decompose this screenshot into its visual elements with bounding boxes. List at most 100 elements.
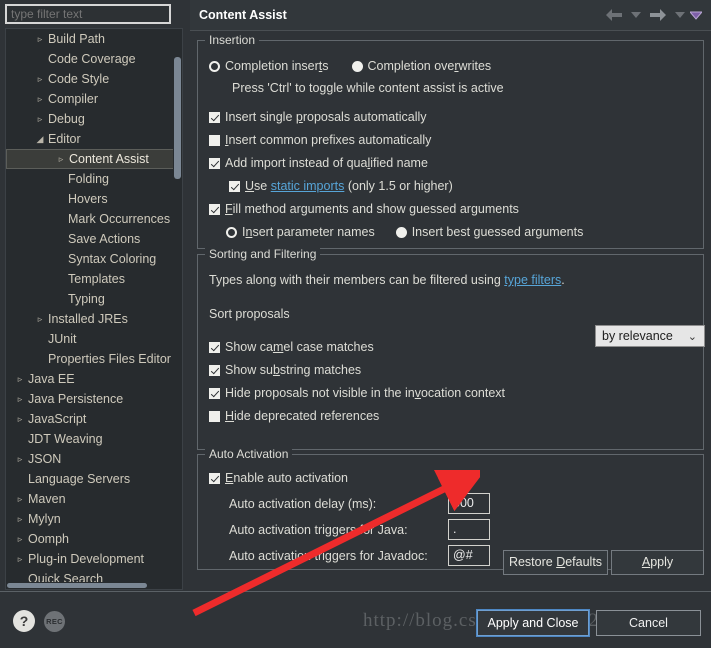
tree-item-editor[interactable]: ◢ Editor [6,129,174,149]
radio-insert-best-guessed-arguments[interactable]: Insert best guessed arguments [395,225,583,239]
checkbox-show-substring-matches[interactable]: Show substring matches [209,363,361,377]
checkbox-box[interactable] [209,204,220,215]
checkbox-use-static-imports[interactable]: Use static imports (only 1.5 or higher) [229,179,453,193]
radio-completion-overwrites[interactable]: Completion overwrites [351,59,491,73]
tree-twisty-collapsed-icon[interactable]: ▹ [14,389,26,409]
tree-item-java-ee[interactable]: ▹ Java EE [6,369,174,389]
checkbox-label: Hide proposals not visible in the invoca… [225,386,506,400]
checkbox-box[interactable] [209,411,220,422]
tree-item-compiler[interactable]: ▹ Compiler [6,89,174,109]
tree-item-mark-occurrences[interactable]: Mark Occurrences [6,209,174,229]
tree-twisty-expanded-icon[interactable]: ◢ [34,129,46,149]
back-history-chevron-down-icon[interactable] [631,11,641,19]
sort-proposals-dropdown[interactable]: by relevance ⌄ [595,325,705,347]
tree-vertical-scrollbar[interactable] [173,29,182,589]
tree-item-hovers[interactable]: Hovers [6,189,174,209]
preferences-tree-list: ▹ Build Path Code Coverage ▹ Code Style ▹ Comp… [6,29,174,589]
checkbox-insert-common-prefixes[interactable]: Insert common prefixes automatically [209,133,431,147]
restore-defaults-button[interactable]: Restore Defaults [503,550,608,575]
tree-twisty-collapsed-icon[interactable]: ▹ [34,309,46,329]
tree-item-maven[interactable]: ▹ Maven [6,489,174,509]
apply-and-close-button[interactable]: Apply and Close [476,609,590,637]
tree-twisty-collapsed-icon[interactable]: ▹ [14,369,26,389]
filter-input[interactable] [7,6,169,22]
filter-text-box[interactable] [5,4,171,24]
view-menu-icon[interactable] [690,11,702,20]
tree-item-build-path[interactable]: ▹ Build Path [6,29,174,49]
tree-item-mylyn[interactable]: ▹ Mylyn [6,509,174,529]
tree-item-templates[interactable]: Templates [6,269,174,289]
tree-twisty-collapsed-icon[interactable]: ▹ [55,150,67,168]
tree-item-json[interactable]: ▹ JSON [6,449,174,469]
tree-item-save-actions[interactable]: Save Actions [6,229,174,249]
tree-item-plug-in-development[interactable]: ▹ Plug-in Development [6,549,174,569]
radio-completion-inserts[interactable]: Completion inserts [209,59,329,73]
tree-item-debug[interactable]: ▹ Debug [6,109,174,129]
forward-arrow-icon[interactable] [648,7,668,23]
checkbox-box[interactable] [209,473,220,484]
tree-item-properties-files-editor[interactable]: Properties Files Editor [6,349,174,369]
tree-item-junit[interactable]: JUnit [6,329,174,349]
tree-twisty-collapsed-icon[interactable]: ▹ [14,549,26,569]
cancel-button[interactable]: Cancel [596,610,701,636]
tree-item-syntax-coloring[interactable]: Syntax Coloring [6,249,174,269]
tree-item-code-coverage[interactable]: Code Coverage [6,49,174,69]
tree-item-oomph[interactable]: ▹ Oomph [6,529,174,549]
tree-item-label: Mylyn [28,512,61,526]
radio-completion-inserts-label: Completion inserts [225,59,329,73]
auto-activation-triggers-java-input[interactable]: . [448,519,490,540]
checkbox-add-import[interactable]: Add import instead of qualified name [209,156,428,170]
type-filters-link[interactable]: type filters [504,273,561,287]
checkbox-label: Fill method arguments and show guessed a… [225,202,519,216]
back-arrow-icon[interactable] [604,7,624,23]
tree-twisty-collapsed-icon[interactable]: ▹ [34,69,46,89]
checkbox-box[interactable] [209,388,220,399]
auto-activation-delay-input[interactable]: 500 [448,493,490,514]
preferences-tree[interactable]: ▹ Build Path Code Coverage ▹ Code Style ▹ Comp… [5,28,183,590]
tree-item-content-assist[interactable]: ▹ Content Assist [6,149,174,169]
tree-twisty-collapsed-icon[interactable]: ▹ [14,489,26,509]
tree-item-language-servers[interactable]: Language Servers [6,469,174,489]
checkbox-box[interactable] [209,112,220,123]
checkbox-insert-single-proposals[interactable]: Insert single proposals automatically [209,110,427,124]
checkbox-box[interactable] [229,181,240,192]
checkbox-hide-deprecated-references[interactable]: Hide deprecated references [209,409,379,423]
forward-history-chevron-down-icon[interactable] [675,11,685,19]
tree-twisty-collapsed-icon[interactable]: ▹ [34,89,46,109]
tree-twisty-collapsed-icon[interactable]: ▹ [14,449,26,469]
tree-horizontal-scrollbar[interactable] [6,582,182,589]
checkbox-enable-auto-activation[interactable]: Enable auto activation [209,471,348,485]
checkbox-show-camel-case[interactable]: Show camel case matches [209,340,374,354]
tree-item-javascript[interactable]: ▹ JavaScript [6,409,174,429]
auto-activation-triggers-javadoc-input[interactable]: @# [448,545,490,566]
checkbox-label: Show camel case matches [225,340,374,354]
checkbox-box[interactable] [209,365,220,376]
tree-twisty-collapsed-icon[interactable]: ▹ [34,29,46,49]
radio-insert-parameter-names[interactable]: Insert parameter names [226,225,375,239]
rec-badge-icon[interactable]: REC [44,611,65,632]
help-icon[interactable]: ? [13,610,35,632]
apply-button[interactable]: Apply [611,550,704,575]
tree-item-label: Code Coverage [48,52,136,66]
checkbox-label: Enable auto activation [225,471,349,485]
checkbox-fill-method-arguments[interactable]: Fill method arguments and show guessed a… [209,202,519,216]
tree-item-jdt-weaving[interactable]: JDT Weaving [6,429,174,449]
checkbox-label: Add import instead of qualified name [225,156,428,170]
tree-item-installed-jres[interactable]: ▹ Installed JREs [6,309,174,329]
tree-twisty-collapsed-icon[interactable]: ▹ [34,109,46,129]
tree-item-java-persistence[interactable]: ▹ Java Persistence [6,389,174,409]
tree-horizontal-scrollbar-thumb[interactable] [7,583,147,588]
tree-twisty-collapsed-icon[interactable]: ▹ [14,409,26,429]
tree-twisty-collapsed-icon[interactable]: ▹ [14,529,26,549]
tree-item-typing[interactable]: Typing [6,289,174,309]
checkbox-box[interactable] [209,135,220,146]
tree-twisty-collapsed-icon[interactable]: ▹ [14,509,26,529]
static-imports-link[interactable]: static imports [271,179,345,193]
checkbox-box[interactable] [209,342,220,353]
page-titlebar: Content Assist [190,0,711,31]
checkbox-box[interactable] [209,158,220,169]
tree-item-code-style[interactable]: ▹ Code Style [6,69,174,89]
tree-item-folding[interactable]: Folding [6,169,174,189]
checkbox-hide-proposals-not-visible[interactable]: Hide proposals not visible in the invoca… [209,386,505,400]
tree-vertical-scrollbar-thumb[interactable] [174,57,181,179]
